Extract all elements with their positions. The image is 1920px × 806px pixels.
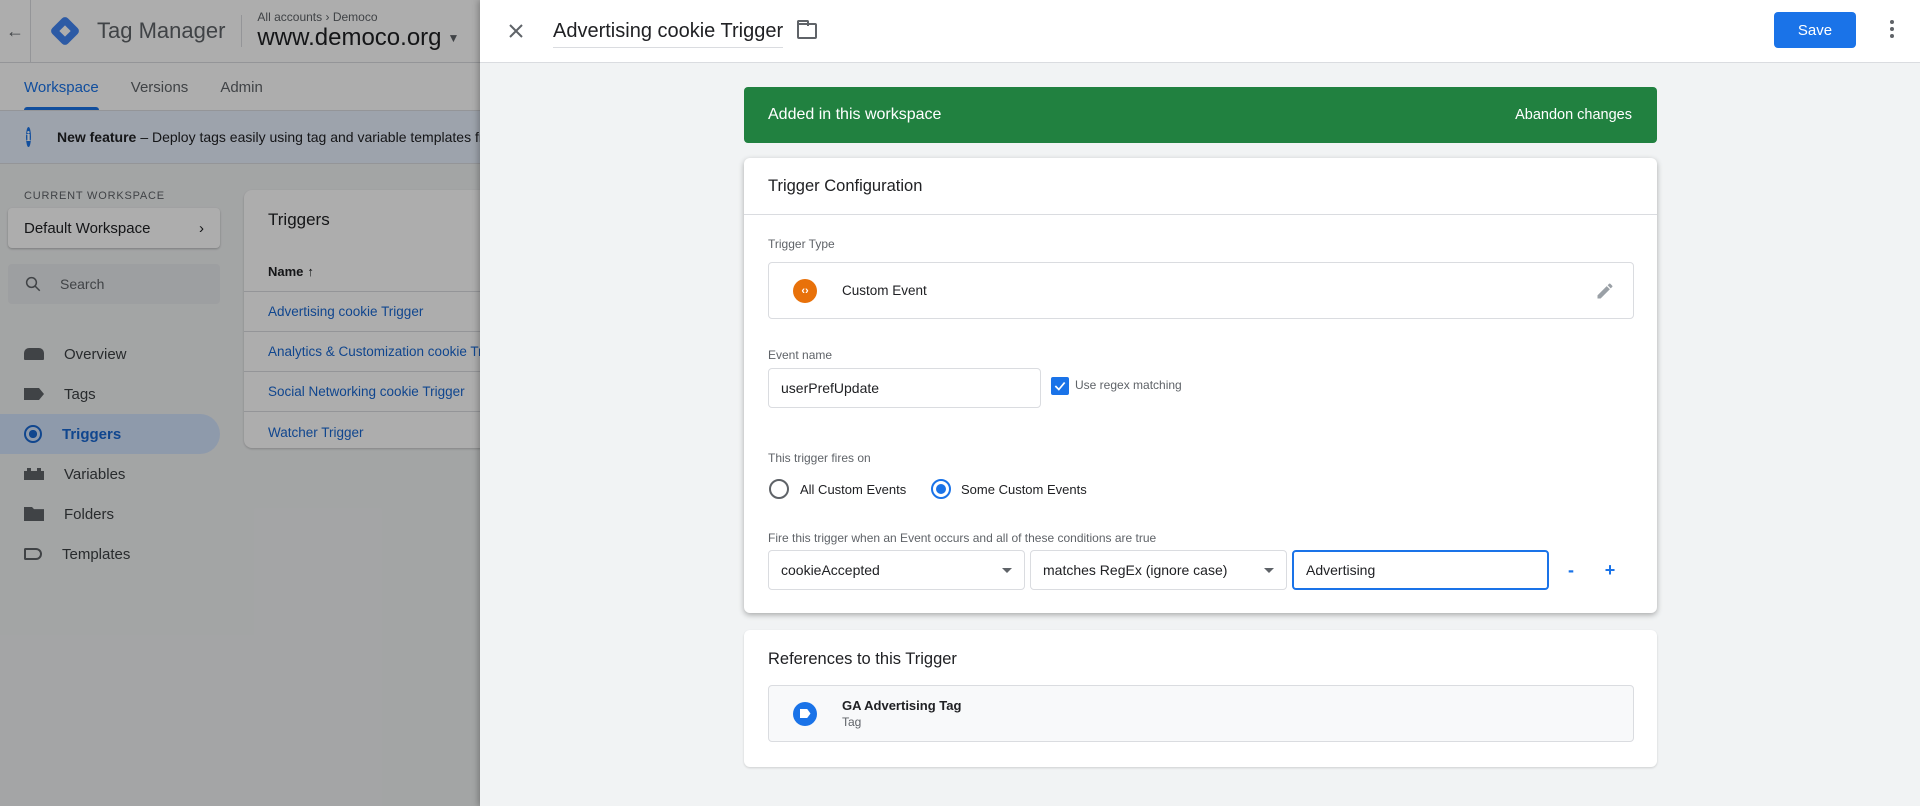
more-vert-icon bbox=[1890, 20, 1894, 24]
event-name-label: Event name bbox=[768, 348, 833, 362]
folder-icon[interactable] bbox=[797, 20, 818, 39]
conditions-label: Fire this trigger when an Event occurs a… bbox=[768, 531, 1157, 545]
trigger-editor-panel: Advertising cookie Trigger Save Added in… bbox=[480, 0, 1920, 806]
remove-condition-button[interactable]: - bbox=[1557, 556, 1585, 584]
save-button[interactable]: Save bbox=[1774, 12, 1856, 48]
radio-all-custom-events[interactable] bbox=[769, 479, 789, 499]
references-card: References to this Trigger GA Advertisin… bbox=[744, 630, 1657, 767]
pencil-icon[interactable] bbox=[1595, 281, 1615, 301]
trigger-type-selector[interactable]: ‹› Custom Event bbox=[768, 262, 1634, 319]
reference-name: GA Advertising Tag bbox=[842, 698, 962, 713]
panel-header: Advertising cookie Trigger Save bbox=[480, 0, 1920, 63]
reference-type: Tag bbox=[842, 715, 862, 729]
condition-operator-select[interactable]: matches RegEx (ignore case) bbox=[1030, 550, 1287, 590]
close-icon bbox=[509, 24, 523, 38]
condition-variable-select[interactable]: cookieAccepted bbox=[768, 550, 1025, 590]
close-button[interactable] bbox=[501, 16, 531, 46]
abandon-changes-button[interactable]: Abandon changes bbox=[1515, 107, 1632, 123]
add-condition-button[interactable]: + bbox=[1596, 556, 1624, 584]
radio-some-custom-events[interactable] bbox=[931, 479, 951, 499]
status-text: Added in this workspace bbox=[768, 106, 942, 123]
select-value: matches RegEx (ignore case) bbox=[1043, 562, 1228, 578]
card-title: Trigger Configuration bbox=[744, 158, 1657, 215]
trigger-type-label: Trigger Type bbox=[768, 237, 835, 251]
trigger-configuration-card: Trigger Configuration Trigger Type ‹› Cu… bbox=[744, 158, 1657, 613]
caret-down-icon bbox=[1002, 567, 1012, 573]
tag-icon bbox=[793, 701, 817, 726]
event-name-input[interactable]: userPrefUpdate bbox=[768, 368, 1041, 408]
trigger-type-name: Custom Event bbox=[842, 283, 927, 298]
workspace-status-bar: Added in this workspace Abandon changes bbox=[744, 87, 1657, 143]
regex-checkbox[interactable] bbox=[1051, 377, 1069, 395]
trigger-name-input[interactable]: Advertising cookie Trigger bbox=[553, 20, 784, 48]
radio-label: Some Custom Events bbox=[961, 482, 1087, 497]
references-title: References to this Trigger bbox=[768, 650, 957, 668]
caret-down-icon bbox=[1264, 567, 1274, 573]
more-options-button[interactable] bbox=[1880, 17, 1904, 41]
modal-scrim[interactable] bbox=[0, 0, 480, 806]
custom-event-icon: ‹› bbox=[793, 278, 817, 303]
reference-item[interactable]: GA Advertising Tag Tag bbox=[768, 685, 1634, 742]
regex-checkbox-label: Use regex matching bbox=[1075, 378, 1182, 392]
fires-on-label: This trigger fires on bbox=[768, 451, 871, 465]
radio-label: All Custom Events bbox=[800, 482, 907, 497]
condition-value-input[interactable]: Advertising bbox=[1292, 550, 1549, 590]
select-value: cookieAccepted bbox=[781, 562, 880, 578]
check-icon bbox=[1054, 381, 1066, 391]
